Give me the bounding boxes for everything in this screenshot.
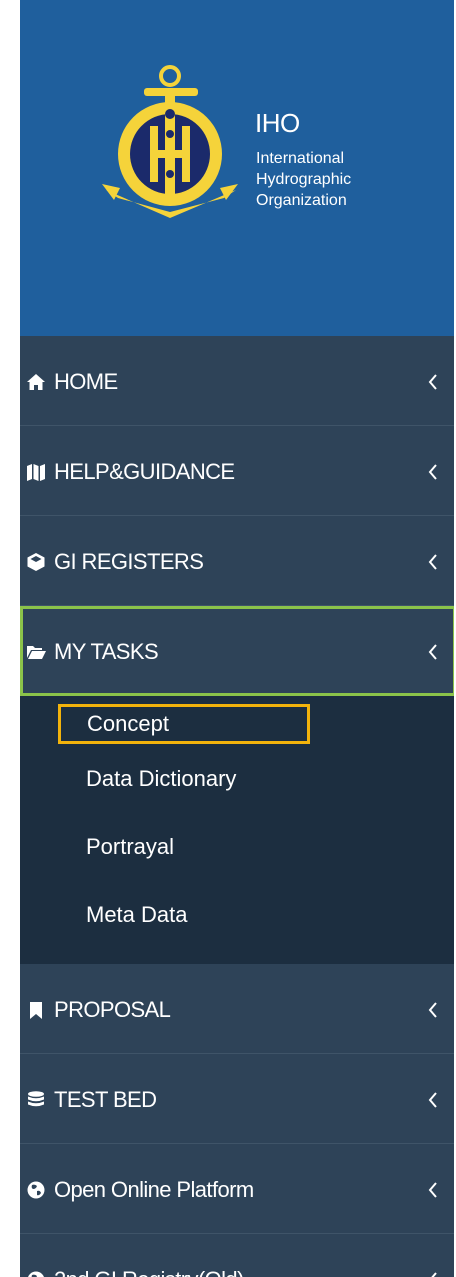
chevron-left-icon <box>428 374 437 390</box>
menu-item-label: PROPOSAL <box>54 997 171 1022</box>
menu-item-2nd-gi-registry-old[interactable]: 2nd GI Registry(Old) <box>20 1234 454 1277</box>
submenu-item-concept[interactable]: Concept <box>58 704 310 744</box>
cube-icon <box>27 553 45 571</box>
menu-item-help-guidance[interactable]: HELP&GUIDANCE <box>20 426 454 516</box>
menu-item-label: Open Online Platform <box>54 1177 254 1202</box>
database-icon <box>28 1091 44 1107</box>
home-icon <box>27 374 45 390</box>
menu-item-my-tasks[interactable]: MY TASKS <box>20 606 454 696</box>
submenu-item-data-dictionary[interactable]: Data Dictionary <box>86 766 236 792</box>
submenu-my-tasks: Concept Data Dictionary Portrayal Meta D… <box>20 696 454 964</box>
menu-item-test-bed[interactable]: TEST BED <box>20 1054 454 1144</box>
submenu-item-portrayal[interactable]: Portrayal <box>86 834 174 860</box>
sidebar-menu: HOME HELP&GUIDANCE GI REGISTERS MY TASKS… <box>20 336 454 1277</box>
chevron-left-icon <box>431 1272 437 1277</box>
menu-item-open-online-platform[interactable]: Open Online Platform <box>20 1144 454 1234</box>
submenu-item-meta-data[interactable]: Meta Data <box>86 902 188 928</box>
chevron-left-icon <box>428 1092 437 1108</box>
chevron-left-icon <box>428 1182 437 1198</box>
map-icon <box>27 464 45 481</box>
chevron-left-icon <box>428 464 437 480</box>
menu-item-label: TEST BED <box>54 1087 157 1112</box>
globe-icon <box>28 1271 44 1277</box>
menu-item-home[interactable]: HOME <box>20 336 454 426</box>
globe-icon <box>27 1181 45 1199</box>
menu-item-label: HELP&GUIDANCE <box>54 459 235 484</box>
menu-item-gi-registers[interactable]: GI REGISTERS <box>20 516 454 606</box>
menu-item-proposal[interactable]: PROPOSAL <box>20 964 454 1054</box>
brand-subtitle: International Hydrographic Organization <box>256 150 352 209</box>
sidebar-header: IHO International Hydrographic Organizat… <box>20 0 454 336</box>
menu-item-label: GI REGISTERS <box>54 549 204 574</box>
chevron-left-icon <box>428 644 437 660</box>
bookmark-icon <box>30 1002 42 1019</box>
chevron-left-icon <box>428 1002 437 1018</box>
menu-item-label: 2nd GI Registry(Old) <box>54 1267 244 1277</box>
chevron-left-icon <box>428 554 437 570</box>
menu-item-label: HOME <box>54 369 118 394</box>
iho-logo-icon <box>102 65 238 218</box>
menu-item-label: MY TASKS <box>54 639 159 664</box>
folder-open-icon <box>27 646 46 659</box>
sidebar: IHO International Hydrographic Organizat… <box>20 0 454 1277</box>
brand-name: IHO <box>255 108 300 138</box>
